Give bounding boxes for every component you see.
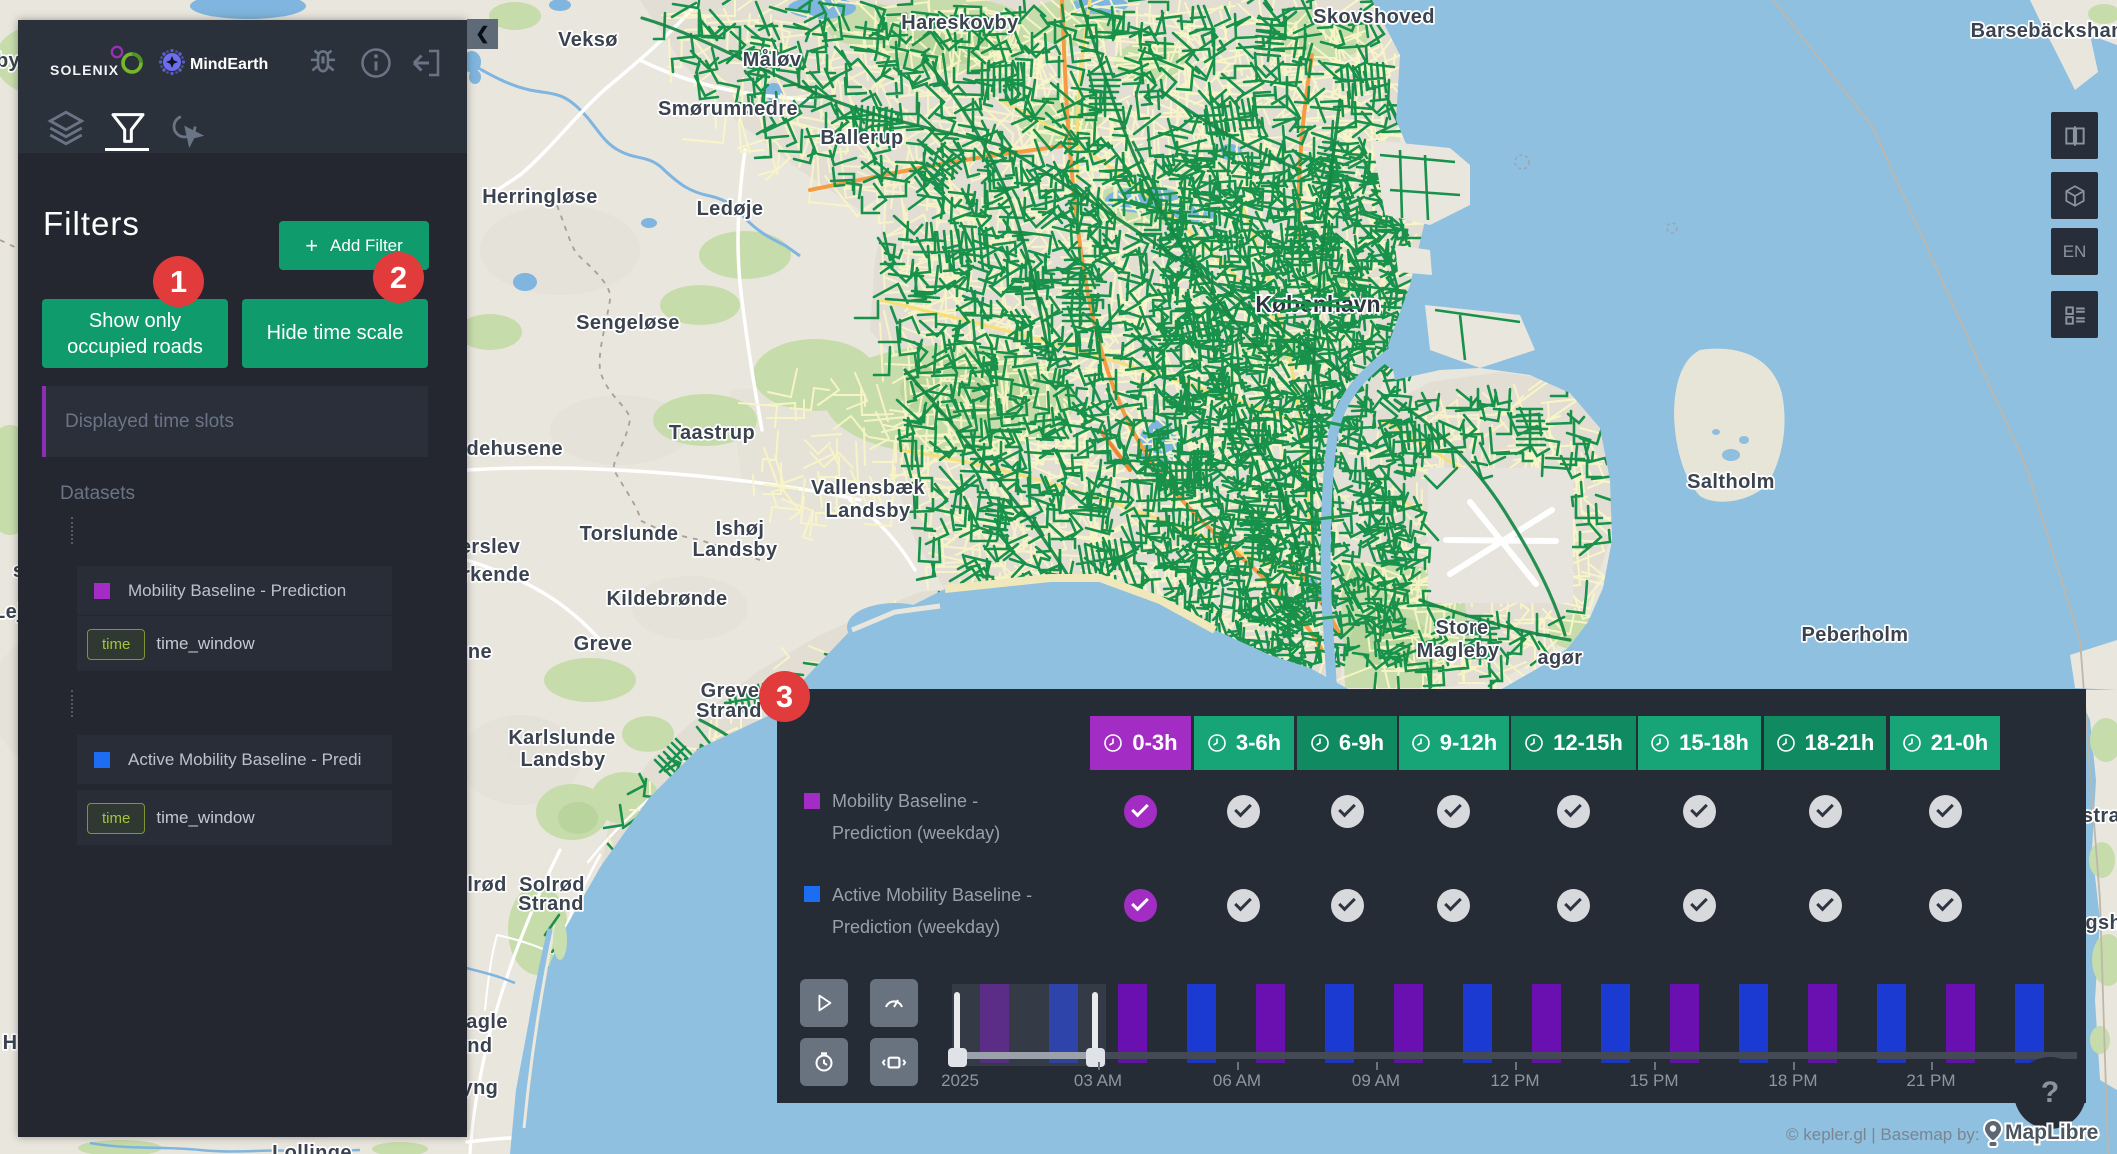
svg-text:Landsby: Landsby [692, 539, 778, 561]
svg-text:Hareskovby: Hareskovby [901, 12, 1019, 34]
svg-text:Ishøj: Ishøj [716, 518, 765, 540]
svg-text:Magleby: Magleby [1417, 640, 1500, 662]
svg-text:Greve: Greve [701, 680, 760, 702]
svg-text:edehusene: edehusene [455, 438, 563, 460]
svg-text:stra: stra [2082, 805, 2117, 827]
svg-text:rkende: rkende [462, 564, 530, 586]
svg-text:Lollinge: Lollinge [272, 1142, 352, 1154]
svg-text:Vallensbæk: Vallensbæk [811, 477, 926, 499]
svg-text:Greve: Greve [574, 633, 633, 655]
svg-text:Herringløse: Herringløse [482, 186, 598, 208]
svg-text:Strand: Strand [696, 700, 762, 722]
svg-text:Barsebäcksham: Barsebäcksham [1971, 20, 2117, 42]
svg-text:erslev: erslev [460, 536, 521, 558]
svg-text:Karlslunde: Karlslunde [508, 727, 615, 749]
svg-text:Kildebrønde: Kildebrønde [606, 588, 727, 610]
svg-text:Store: Store [1435, 617, 1488, 639]
svg-text:Ballerup: Ballerup [820, 127, 903, 149]
svg-text:Veksø: Veksø [558, 29, 618, 51]
svg-text:Landsby: Landsby [520, 749, 606, 771]
svg-text:Sengeløse: Sengeløse [576, 312, 680, 334]
svg-text:Ledøje: Ledøje [697, 198, 764, 220]
svg-text:agør: agør [1538, 647, 1583, 669]
svg-text:lrød: lrød [467, 874, 506, 896]
svg-text:H: H [3, 1032, 18, 1054]
svg-text:Peberholm: Peberholm [1802, 624, 1909, 646]
svg-text:Saltholm: Saltholm [1687, 471, 1775, 493]
svg-text:Landsby: Landsby [825, 500, 911, 522]
svg-text:MapLibre: MapLibre [2005, 1121, 2098, 1144]
svg-text:Torslunde: Torslunde [580, 523, 679, 545]
svg-text:Måløv: Måløv [743, 48, 802, 71]
svg-text:Taastrup: Taastrup [669, 422, 755, 444]
svg-text:Skovshoved: Skovshoved [1313, 6, 1435, 28]
svg-text:Smørumnedre: Smørumnedre [658, 98, 798, 120]
svg-text:ne: ne [468, 641, 492, 663]
svg-text:Strand: Strand [518, 893, 584, 915]
